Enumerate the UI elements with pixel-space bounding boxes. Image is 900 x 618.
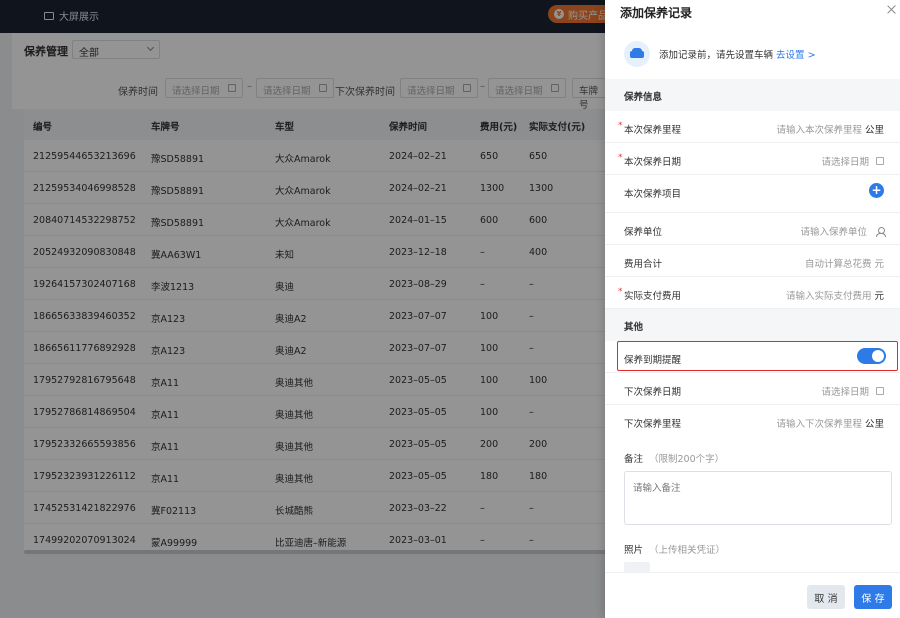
field-label: 下次保养日期 [624,387,682,398]
close-icon[interactable] [885,3,899,17]
date-picker[interactable]: 请选择日期 [821,154,884,168]
remark-textarea[interactable] [624,471,892,525]
mileage-placeholder: 请输入本次保养里程 [776,125,862,136]
field-next-mileage: 下次保养里程 请输入下次保养里程 公里 [605,405,900,437]
field-reminder: 保养到期提醒 [605,341,900,373]
remark-label: 备注 （限制200个字） [624,451,724,465]
field-unit: 保养单位 请输入保养单位 [605,213,900,245]
section-title: 其他 [624,322,644,333]
unit-label: 元 [874,291,884,302]
field-paid: * 实际支付费用 请输入实际支付费用 元 [605,277,900,309]
photo-label: 照片 （上传相关凭证） [624,542,725,556]
calendar-icon [876,157,884,165]
photo-hint: （上传相关凭证） [649,545,726,556]
unit-label: 公里 [864,125,884,136]
field-label: 实际支付费用 [624,291,682,302]
section-other: 其他 [605,309,900,341]
photo-upload-tile[interactable] [624,562,650,572]
reminder-toggle[interactable] [857,348,886,364]
required-mark: * [618,287,623,297]
toggle-knob [872,350,884,362]
add-record-drawer: 添加保养记录 添加记录前，请先设置车辆 去设置 > 保养信息 * 本次保养里程 … [605,0,900,618]
date-placeholder: 请选择日期 [821,157,869,168]
add-item-button[interactable]: + [869,183,884,198]
notice-text: 添加记录前，请先设置车辆 去设置 > [659,47,816,61]
field-label: 保养到期提醒 [624,355,682,366]
field-label: 本次保养日期 [624,157,682,168]
unit-label: 公里 [864,419,884,430]
total-placeholder: 自动计算总花费 [804,259,872,270]
field-items: 本次保养项目 + [605,175,900,213]
next-mileage-input[interactable]: 请输入下次保养里程 公里 [776,416,884,430]
unit-input[interactable]: 请输入保养单位 [800,224,886,238]
car-icon [624,41,650,67]
vehicle-notice: 添加记录前，请先设置车辆 去设置 > [605,33,900,77]
date-placeholder: 请选择日期 [821,387,869,398]
field-next-date: 下次保养日期 请选择日期 [605,373,900,405]
save-button[interactable]: 保 存 [854,585,892,609]
photo-title: 照片 [624,545,644,556]
total-readonly: 自动计算总花费 元 [805,256,884,270]
modal-overlay[interactable] [0,0,605,618]
unit-label: 元 [874,259,884,270]
user-icon[interactable] [876,226,886,237]
field-label: 下次保养里程 [624,419,682,430]
next-mileage-placeholder: 请输入下次保养里程 [776,419,862,430]
field-label: 保养单位 [624,227,663,238]
paid-input[interactable]: 请输入实际支付费用 元 [786,288,884,302]
go-settings-link[interactable]: 去设置 > [776,50,815,61]
field-date: * 本次保养日期 请选择日期 [605,143,900,175]
section-maintenance-info: 保养信息 [605,79,900,111]
field-total: 费用合计 自动计算总花费 元 [605,245,900,277]
cancel-button[interactable]: 取 消 [807,585,845,609]
field-label: 本次保养项目 [624,189,682,200]
field-label: 本次保养里程 [624,125,682,136]
field-mileage: * 本次保养里程 请输入本次保养里程 公里 [605,111,900,143]
required-mark: * [618,121,623,131]
calendar-icon [876,387,884,395]
mileage-input[interactable]: 请输入本次保养里程 公里 [776,122,884,136]
required-mark: * [618,153,623,163]
drawer-footer: 取 消 保 存 [605,572,900,618]
unit-placeholder: 请输入保养单位 [800,227,867,238]
drawer-title: 添加保养记录 [620,6,693,20]
field-label: 费用合计 [624,259,663,270]
paid-placeholder: 请输入实际支付费用 [785,291,872,302]
notice-message: 添加记录前，请先设置车辆 [659,50,774,61]
section-title: 保养信息 [624,92,663,103]
next-date-picker[interactable]: 请选择日期 [821,384,884,398]
remark-title: 备注 [624,454,644,465]
remark-hint: （限制200个字） [649,454,725,465]
